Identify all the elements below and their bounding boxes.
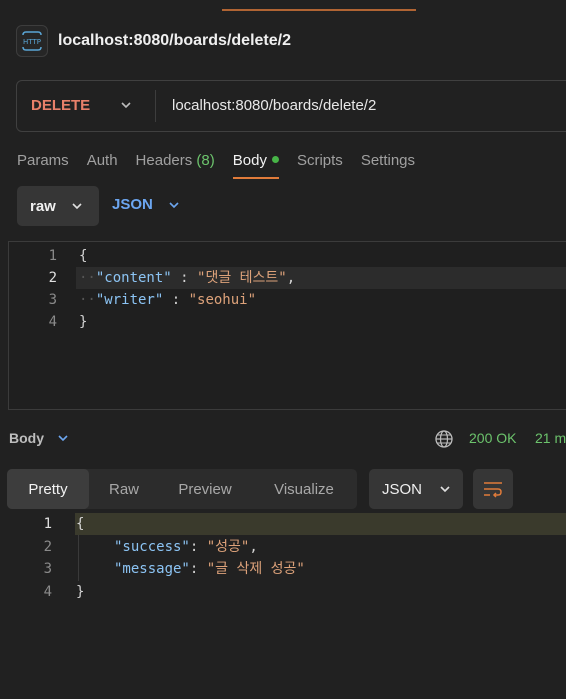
response-view-tabs: Pretty Raw Preview Visualize bbox=[7, 469, 357, 509]
line-number: 4 bbox=[48, 314, 57, 330]
tab-scripts[interactable]: Scripts bbox=[297, 152, 343, 179]
wrap-lines-button[interactable] bbox=[473, 469, 513, 509]
line-number: 1 bbox=[43, 516, 52, 532]
line-number: 3 bbox=[48, 292, 57, 308]
code-line: ··"writer" : "seohui" bbox=[79, 292, 257, 308]
code-line: ··"content" : "댓글 테스트", bbox=[79, 270, 296, 286]
body-type-dropdown[interactable]: raw bbox=[17, 186, 99, 226]
url-input[interactable]: localhost:8080/boards/delete/2 bbox=[172, 97, 376, 114]
chevron-down-icon bbox=[169, 201, 179, 208]
response-body-toggle[interactable]: Body bbox=[9, 430, 70, 446]
divider bbox=[155, 90, 156, 122]
wrap-lines-icon bbox=[484, 482, 502, 498]
code-line: { bbox=[76, 516, 85, 532]
request-title[interactable]: localhost:8080/boards/delete/2 bbox=[58, 32, 291, 50]
code-line: "success": "성공", bbox=[114, 539, 258, 555]
response-format-dropdown[interactable]: JSON bbox=[369, 469, 463, 509]
tab-headers[interactable]: Headers (8) bbox=[136, 152, 215, 179]
tab-body[interactable]: Body bbox=[232, 152, 280, 179]
tab-params[interactable]: Params bbox=[17, 152, 69, 179]
current-line-highlight bbox=[75, 513, 566, 535]
request-tabs: Params Auth Headers (8) Body Scripts Set… bbox=[17, 152, 433, 179]
active-tab-indicator bbox=[222, 9, 416, 11]
tab-pretty[interactable]: Pretty bbox=[7, 469, 89, 509]
code-line: } bbox=[76, 584, 85, 600]
body-language-dropdown[interactable]: JSON bbox=[112, 196, 181, 213]
chevron-down-icon bbox=[72, 203, 82, 210]
tab-raw[interactable]: Raw bbox=[89, 469, 159, 509]
line-number: 2 bbox=[43, 539, 52, 555]
request-body-editor[interactable]: 1 2 3 4 { ··"content" : "댓글 테스트", ··"wri… bbox=[8, 241, 566, 410]
tab-visualize[interactable]: Visualize bbox=[251, 469, 357, 509]
chevron-down-icon[interactable] bbox=[119, 98, 133, 112]
globe-icon[interactable] bbox=[434, 429, 454, 449]
http-icon: HTTP bbox=[16, 25, 48, 57]
status-badge[interactable]: 200 OK bbox=[469, 430, 516, 446]
chevron-down-icon bbox=[58, 435, 68, 442]
chevron-down-icon bbox=[440, 486, 450, 493]
tab-settings[interactable]: Settings bbox=[361, 152, 415, 179]
line-number: 4 bbox=[43, 584, 52, 600]
code-line: { bbox=[79, 248, 88, 264]
line-number: 3 bbox=[43, 561, 52, 577]
svg-text:HTTP: HTTP bbox=[23, 38, 41, 46]
url-bar: DELETE localhost:8080/boards/delete/2 bbox=[16, 80, 566, 132]
line-number: 2 bbox=[48, 270, 57, 286]
response-body-viewer[interactable]: 1 2 3 4 { "success": "성공", "message": "글… bbox=[0, 513, 566, 613]
code-line: } bbox=[79, 314, 88, 330]
response-time[interactable]: 21 ms bbox=[535, 430, 566, 446]
method-select[interactable]: DELETE bbox=[31, 97, 90, 114]
indent-guide bbox=[78, 535, 79, 581]
line-number: 1 bbox=[48, 248, 57, 264]
code-line: "message": "글 삭제 성공" bbox=[114, 561, 305, 577]
tab-auth[interactable]: Auth bbox=[87, 152, 118, 179]
body-indicator-dot bbox=[271, 156, 279, 163]
headers-count: (8) bbox=[196, 152, 215, 169]
tab-preview[interactable]: Preview bbox=[159, 469, 251, 509]
